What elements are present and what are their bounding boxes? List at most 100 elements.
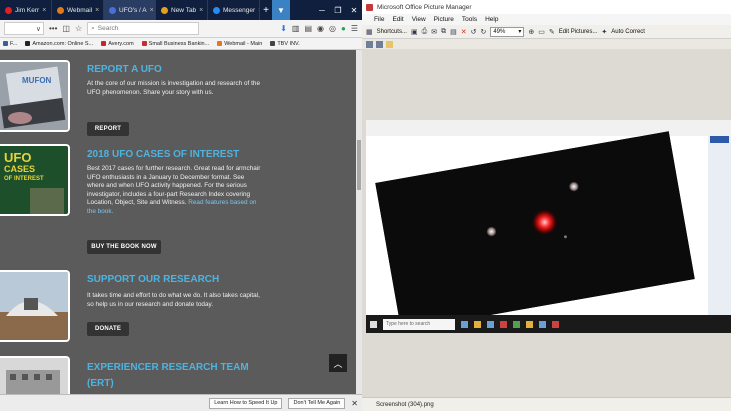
more-icon[interactable]: ••• <box>49 24 57 33</box>
bookmark-label: Webmail - Main <box>224 40 263 47</box>
building-image <box>0 356 70 398</box>
tab-label: Jim Kerr <box>15 6 40 14</box>
alert-icon[interactable]: ▼ <box>272 0 290 20</box>
bookmark-label: Amazon.com: Online S... <box>32 40 94 47</box>
taskbar-app-icon <box>474 320 481 328</box>
library-icon[interactable]: ▥ <box>292 24 300 33</box>
menu-help[interactable]: Help <box>485 16 498 23</box>
shortcuts-button[interactable]: Shortcuts... <box>377 29 407 35</box>
extension-icon[interactable]: ◉ <box>317 24 324 33</box>
tab-4[interactable]: Messenger× <box>208 0 260 20</box>
taskbar-app-icon <box>552 320 559 328</box>
bookmark-star-icon[interactable]: ☆ <box>75 24 82 33</box>
tab-favicon-icon <box>5 6 12 14</box>
tab-2[interactable]: UFO's / A × <box>104 0 156 20</box>
taskbar-app-icon <box>487 320 494 328</box>
menu-icon[interactable]: ☰ <box>351 24 358 33</box>
taskbar-app-icon <box>461 320 468 328</box>
search-placeholder: Search <box>97 25 119 32</box>
edit-pictures-button[interactable]: Edit Pictures... <box>559 29 598 35</box>
rotate-left-icon[interactable]: ↺ <box>471 28 477 36</box>
bookmark-item[interactable]: Small Business Bankin... <box>141 40 209 47</box>
zoom-select[interactable]: 49% ▾ <box>490 26 525 37</box>
url-bar[interactable]: ∨ <box>4 22 44 35</box>
edit-pictures-icon: ✎ <box>548 28 555 36</box>
experiencer-section: EXPERIENCER RESEARCH TEAM (ERT) <box>0 354 356 398</box>
sync-icon[interactable]: ● <box>341 24 346 33</box>
menu-bar: File Edit View Picture Tools Help <box>362 14 731 25</box>
taskbar-app-icon <box>526 320 533 328</box>
donate-button[interactable]: DONATE <box>87 322 129 336</box>
tab-0[interactable]: Jim Kerr × <box>0 0 52 20</box>
menu-view[interactable]: View <box>412 16 426 23</box>
close-window-button[interactable]: ✕ <box>346 0 362 20</box>
save-icon[interactable]: ▣ <box>411 28 418 36</box>
download-icon[interactable]: ⬇ <box>280 24 287 33</box>
scrollbar-thumb[interactable] <box>357 140 361 190</box>
title-bar: Microsoft Office Picture Manager <box>362 0 731 14</box>
learn-speed-button[interactable]: Learn How to Speed It Up <box>209 397 283 409</box>
scroll-to-top-button[interactable]: ︿ <box>329 354 347 372</box>
tab-1[interactable]: Webmail × <box>52 0 104 20</box>
minimize-button[interactable]: ─ <box>314 0 330 20</box>
close-icon[interactable]: × <box>95 7 99 14</box>
close-icon[interactable]: × <box>199 7 203 14</box>
tab-strip: Jim Kerr × Webmail × UFO's / A × New Tab × M… <box>0 0 362 20</box>
menu-picture[interactable]: Picture <box>434 16 454 23</box>
menu-tools[interactable]: Tools <box>462 16 477 23</box>
section-title: SUPPORT OUR RESEARCH <box>87 274 220 285</box>
bookmark-item[interactable]: Webmail - Main <box>217 40 263 47</box>
dont-tell-button[interactable]: Don't Tell Me Again <box>288 397 346 409</box>
section-title: EXPERIENCER RESEARCH TEAM <box>87 362 249 373</box>
buy-book-button[interactable]: BUY THE BOOK NOW <box>87 240 161 254</box>
bookmark-label: Avery.com <box>108 40 134 47</box>
url-dropdown-icon[interactable]: ∨ <box>36 25 41 33</box>
delete-icon[interactable]: ✕ <box>461 28 467 36</box>
close-icon[interactable]: × <box>42 7 46 14</box>
copy-icon[interactable]: ⧉ <box>441 28 446 36</box>
rotate-right-icon[interactable]: ↻ <box>480 28 486 36</box>
restore-button[interactable]: ❐ <box>330 0 346 20</box>
section-body: It takes time and effort to do what we d… <box>87 292 260 308</box>
menu-edit[interactable]: Edit <box>392 16 403 23</box>
close-icon[interactable]: ✕ <box>351 399 358 408</box>
search-icon: ⌕ <box>91 24 95 32</box>
bookmark-item[interactable]: TBV INV. <box>270 40 300 47</box>
filmstrip-view-icon[interactable] <box>376 40 383 48</box>
toolbar-icons: ⬇ ▥ ▤ ◉ ◎ ● ☰ <box>280 24 358 33</box>
bookmark-icon <box>270 40 276 46</box>
sidebar-icon[interactable]: ▤ <box>304 24 312 33</box>
new-tab-button[interactable]: + <box>260 0 272 20</box>
toolbar: ▦ Shortcuts... ▣ ⎙ ✉ ⧉ ▤ ✕ ↺ ↻ 49% ▾ ⊕ ▭ … <box>362 25 731 39</box>
bookmark-item[interactable]: F... <box>3 40 17 47</box>
screenshot-icon[interactable]: ◎ <box>329 24 336 33</box>
bookmark-item[interactable]: Avery.com <box>101 40 134 47</box>
email-icon[interactable]: ✉ <box>431 28 437 36</box>
notification-bar: Learn How to Speed It Up Don't Tell Me A… <box>0 394 362 411</box>
desktop: Jim Kerr × Webmail × UFO's / A × New Tab × M… <box>0 0 731 411</box>
pocket-icon[interactable]: ◫ <box>62 24 70 33</box>
section-title: REPORT A UFO <box>87 64 162 75</box>
fit-icon[interactable]: ▭ <box>538 28 545 36</box>
search-input[interactable]: ⌕ Search <box>87 22 200 35</box>
bookmark-item[interactable]: Amazon.com: Online S... <box>25 40 94 47</box>
thumbnail-view-icon[interactable] <box>366 40 373 48</box>
tab-favicon-icon <box>161 6 168 14</box>
report-ufo-section: MUFON REPORT A UFO At the core of our mi… <box>0 60 356 140</box>
zoom-icon[interactable]: ⊕ <box>528 28 534 36</box>
print-icon[interactable]: ⎙ <box>422 28 428 36</box>
picture-manager-window: Microsoft Office Picture Manager File Ed… <box>362 0 731 411</box>
single-view-icon[interactable] <box>386 40 393 48</box>
menu-file[interactable]: File <box>374 16 384 23</box>
ufo-cases-section: UFO CASES OF INTEREST 2018 UFO CASES OF … <box>0 144 356 264</box>
auto-correct-button[interactable]: Auto Correct <box>611 29 645 35</box>
windows-start-icon <box>370 320 377 328</box>
shortcuts-icon: ▦ <box>366 28 373 36</box>
paste-icon[interactable]: ▤ <box>450 28 457 36</box>
close-icon[interactable]: × <box>150 7 154 14</box>
window-controls: ─ ❐ ✕ <box>314 0 362 20</box>
observatory-image <box>0 270 70 342</box>
report-button[interactable]: REPORT <box>87 122 129 136</box>
tab-3[interactable]: New Tab × <box>156 0 208 20</box>
zoom-value: 49% <box>493 28 506 35</box>
